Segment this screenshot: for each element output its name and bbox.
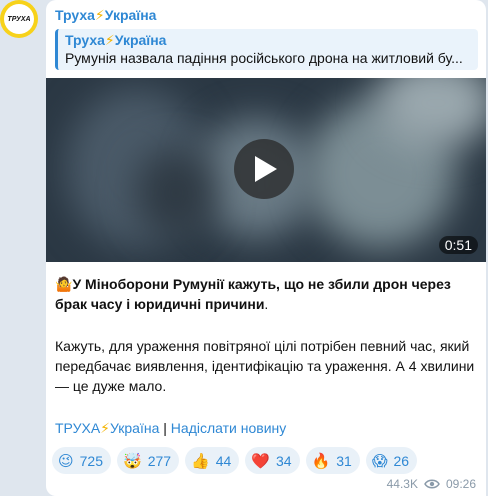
reaction-heart[interactable]: ❤️ 34 <box>245 447 300 474</box>
message-meta: 44.3K 09:26 <box>387 477 476 491</box>
channel-link-part1: ТРУХА <box>55 420 101 436</box>
message-text: 🤷У Міноборони Румунії кажуть, що не збил… <box>55 274 475 396</box>
reaction-thumbs-up[interactable]: 👍 44 <box>185 447 240 474</box>
wink-emoji-icon: 😉 <box>58 452 74 470</box>
view-count: 44.3K <box>386 477 418 491</box>
video-blur-blob <box>136 148 216 238</box>
play-icon <box>255 156 277 182</box>
reaction-count: 31 <box>336 452 352 469</box>
reaction-count: 34 <box>276 452 292 469</box>
reaction-count: 725 <box>79 452 103 469</box>
reaction-count: 26 <box>393 452 410 469</box>
reaction-mind-blown[interactable]: 🤯 277 <box>117 447 180 474</box>
fire-emoji-icon: 🔥 <box>311 452 331 470</box>
reaction-count: 277 <box>147 452 172 469</box>
scream-emoji-icon: 😱 <box>371 452 388 470</box>
message-lead: 🤷У Міноборони Румунії кажуть, що не збил… <box>55 274 475 314</box>
submit-news-link[interactable]: Надіслати новину <box>171 420 286 436</box>
message-links: ТРУХА⚡Україна | Надіслати новину <box>55 420 286 437</box>
lightning-icon: ⚡ <box>100 420 110 436</box>
video-duration: 0:51 <box>438 236 478 254</box>
lightning-icon: ⚡ <box>104 32 115 48</box>
message-lead-end: . <box>264 296 269 312</box>
reaction-scream[interactable]: 😱 26 <box>365 447 418 474</box>
reply-title: Труха⚡Україна <box>65 31 470 49</box>
channel-name-part1: Труха <box>55 7 95 23</box>
channel-name-part2: Україна <box>104 7 157 23</box>
eye-icon <box>424 479 440 489</box>
message-lead-text: У Міноборони Румунії кажуть, що не збили… <box>55 276 451 312</box>
play-button[interactable] <box>234 139 294 199</box>
avatar-logo-text: ТРУХА <box>4 4 34 34</box>
video-player[interactable]: 0:51 <box>46 78 486 262</box>
reaction-wink[interactable]: 😉 725 <box>52 447 111 474</box>
reactions-bar: 😉 725 🤯 277 👍 44 ❤️ 34 🔥 31 😱 26 <box>52 447 418 474</box>
mind-blown-emoji-icon: 🤯 <box>123 452 142 470</box>
channel-link-part2: Україна <box>110 420 160 436</box>
message-bubble: Труха⚡Україна Труха⚡Україна Румунія назв… <box>46 0 486 496</box>
reply-preview[interactable]: Труха⚡Україна Румунія назвала падіння ро… <box>55 29 478 70</box>
reply-title-part2: Україна <box>114 32 167 48</box>
message-body: Кажуть, для ураження повітряної цілі пот… <box>55 338 475 394</box>
reply-title-part1: Труха <box>65 32 105 48</box>
reaction-count: 44 <box>215 452 232 469</box>
shrug-emoji-icon: 🤷 <box>55 276 73 292</box>
thumbs-up-emoji-icon: 👍 <box>191 452 210 470</box>
reaction-fire[interactable]: 🔥 31 <box>305 447 360 474</box>
message-time: 09:26 <box>445 477 476 491</box>
reply-text: Румунія назвала падіння російського дрон… <box>65 50 463 66</box>
heart-emoji-icon: ❤️ <box>251 452 270 470</box>
link-separator: | <box>159 420 171 436</box>
channel-name[interactable]: Труха⚡Україна <box>55 7 156 24</box>
channel-avatar[interactable]: ТРУХА <box>0 0 38 38</box>
lightning-icon: ⚡ <box>94 7 105 23</box>
channel-link[interactable]: ТРУХА⚡Україна <box>55 420 159 436</box>
